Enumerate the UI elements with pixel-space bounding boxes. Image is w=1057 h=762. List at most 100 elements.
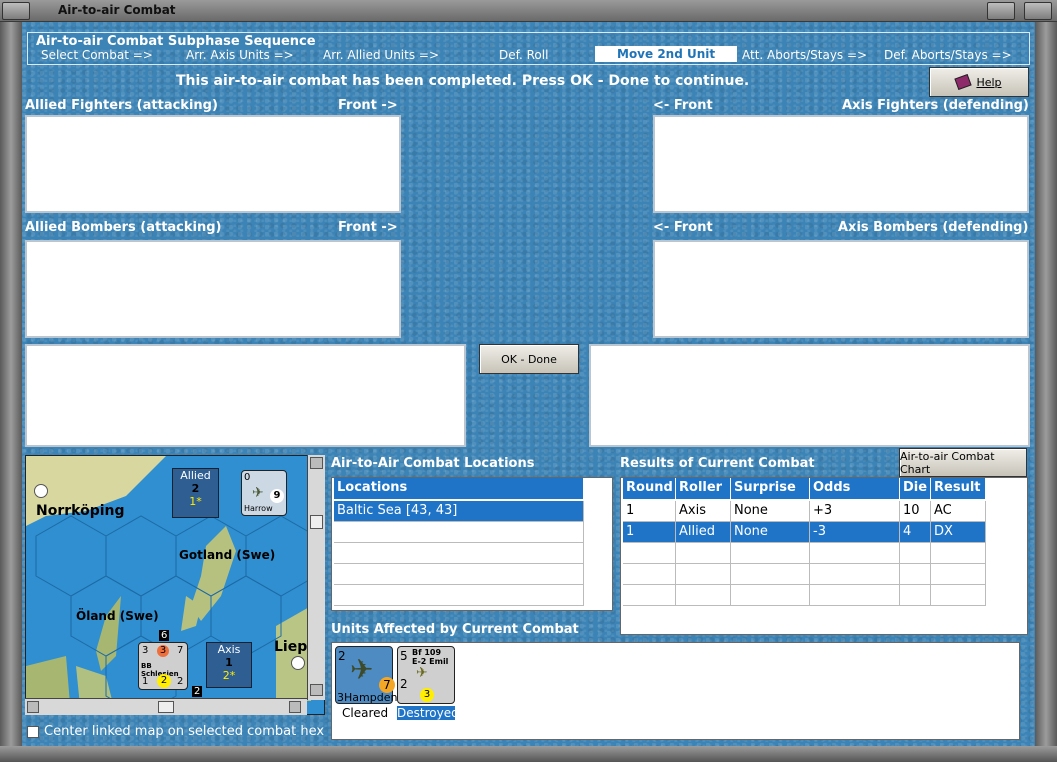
results-table: Round Roller Surprise Odds Die Result 1 …: [620, 477, 1028, 635]
bf109-counter[interactable]: 5 Bf 109 E-2 Emil 2 3 ✈: [397, 646, 455, 704]
map-vertical-scrollbar[interactable]: [307, 455, 325, 700]
affected-units-box: 2 ✈ 7 3 Hampden Cleared 5 Bf 109 E-2 Emi…: [331, 642, 1020, 740]
harrow-top: 0: [244, 472, 251, 483]
right-frame: [1035, 22, 1057, 762]
front-right-label-2: Front ->: [338, 220, 398, 235]
plane-icon: ✈: [416, 665, 428, 681]
schlesien-counter[interactable]: 3 3 7 BB Schlesien 1 2 2: [138, 642, 188, 690]
center-map-label: Center linked map on selected combat hex: [44, 724, 325, 739]
result-cell[interactable]: AC: [931, 501, 986, 522]
bf109-name: Bf 109 E-2 Emil: [412, 648, 449, 666]
allied-hex-summary[interactable]: Allied 2 1*: [172, 468, 219, 518]
result-cell[interactable]: 1: [623, 501, 676, 522]
col-round: Round: [623, 478, 676, 499]
result-cell[interactable]: Axis: [676, 501, 731, 522]
col-surprise: Surprise: [731, 478, 810, 499]
schlesien-below-badge: 2: [192, 686, 203, 697]
status-message: This air-to-air combat has been complete…: [176, 73, 750, 89]
title-bar: Air-to-air Combat: [0, 0, 1057, 22]
scroll-down-arrow[interactable]: [310, 684, 323, 696]
harrow-name: Harrow: [244, 504, 273, 513]
mini-map[interactable]: Norrköping Gotland (Swe) Öland (Swe) Lie…: [25, 455, 325, 715]
location-row-empty[interactable]: [334, 543, 584, 564]
book-icon: [954, 73, 973, 91]
result-cell[interactable]: +3: [810, 501, 900, 522]
step-att-aborts: Att. Aborts/Stays =>: [742, 48, 868, 62]
schlesien-above-badge: 6: [159, 630, 170, 641]
bottom-frame: [0, 746, 1057, 762]
scroll-left-arrow[interactable]: [27, 701, 39, 713]
axis-log-box: [589, 344, 1030, 447]
scroll-up-arrow[interactable]: [310, 457, 323, 469]
location-row-empty[interactable]: [334, 585, 584, 606]
hampden-name: Hampden: [344, 691, 398, 704]
result-cell[interactable]: 1: [623, 522, 676, 543]
axis-hex-label: Axis: [217, 643, 241, 656]
axis-hex-summary[interactable]: Axis 1 2*: [206, 642, 252, 688]
bf109-bottom-dot: 3: [420, 688, 434, 702]
allied-hex-value: 2: [191, 482, 200, 495]
front-left-label-2: <- Front: [653, 220, 713, 235]
scroll-right-arrow[interactable]: [289, 701, 301, 713]
result-cell[interactable]: None: [731, 501, 810, 522]
minimize-button[interactable]: [987, 2, 1015, 20]
allied-fighters-box[interactable]: [25, 115, 401, 213]
result-cell[interactable]: -3: [810, 522, 900, 543]
location-row[interactable]: Baltic Sea [43, 43]: [334, 501, 584, 522]
map-label-oland: Öland (Swe): [76, 609, 159, 623]
axis-bombers-label: Axis Bombers (defending): [838, 220, 1029, 235]
system-menu-button[interactable]: [2, 2, 30, 20]
hampden-status: Cleared: [342, 706, 389, 720]
result-cell[interactable]: DX: [931, 522, 986, 543]
hampden-top: 2: [338, 649, 346, 663]
col-odds: Odds: [810, 478, 900, 499]
affected-title: Units Affected by Current Combat: [331, 622, 579, 637]
col-result: Result: [931, 478, 986, 499]
result-cell[interactable]: None: [731, 522, 810, 543]
schlesien-br: 2: [177, 676, 184, 687]
axis-fighters-box[interactable]: [653, 115, 1029, 213]
step-def-aborts: Def. Aborts/Stays =>: [884, 48, 1012, 62]
col-roller: Roller: [676, 478, 731, 499]
step-arr-axis: Arr. Axis Units =>: [186, 48, 294, 62]
locations-table: Locations Baltic Sea [43, 43]: [331, 477, 613, 611]
center-map-checkbox[interactable]: [27, 726, 39, 738]
bf109-status: Destroyed: [397, 706, 459, 720]
bf109-bottom: 3: [420, 688, 434, 702]
hampden-counter[interactable]: 2 ✈ 7 3 Hampden: [335, 646, 397, 704]
help-button[interactable]: Help: [929, 67, 1029, 97]
window-title: Air-to-air Combat: [58, 3, 176, 17]
location-row-empty[interactable]: [334, 522, 584, 543]
step-arr-allied: Arr. Allied Units =>: [323, 48, 440, 62]
map-label-gotland: Gotland (Swe): [179, 548, 276, 562]
horizontal-scroll-thumb[interactable]: [158, 701, 174, 713]
col-die: Die: [900, 478, 931, 499]
step-move-2nd-unit: Move 2nd Unit: [595, 46, 738, 62]
front-left-label: <- Front: [653, 98, 713, 113]
allied-bombers-box[interactable]: [25, 240, 401, 338]
harrow-right: 9: [270, 489, 284, 503]
result-cell[interactable]: 10: [900, 501, 931, 522]
allied-bombers-label: Allied Bombers (attacking): [25, 220, 222, 235]
allied-hex-sub: 1*: [189, 495, 202, 508]
combat-chart-button[interactable]: Air-to-air Combat Chart: [899, 448, 1027, 477]
bf109-mid: 2: [400, 677, 408, 691]
axis-bombers-box[interactable]: [653, 240, 1029, 338]
combat-panel: Air-to-air Combat Subphase Sequence Sele…: [22, 22, 1035, 746]
result-cell[interactable]: 4: [900, 522, 931, 543]
ok-done-button[interactable]: OK - Done: [479, 344, 579, 374]
result-cell[interactable]: Allied: [676, 522, 731, 543]
maximize-button[interactable]: [1024, 2, 1052, 20]
clock-icon-2: [291, 656, 305, 670]
clock-icon: [34, 484, 48, 498]
harrow-counter[interactable]: 0 9 Harrow ✈: [241, 470, 287, 516]
schlesien-tc: 3: [157, 645, 169, 657]
locations-header: Locations: [334, 478, 584, 499]
locations-title: Air-to-Air Combat Locations: [331, 456, 535, 471]
location-row-empty[interactable]: [334, 564, 584, 585]
step-select-combat: Select Combat =>: [41, 48, 153, 62]
vertical-scroll-thumb[interactable]: [310, 515, 323, 529]
map-horizontal-scrollbar[interactable]: [25, 698, 307, 715]
results-title: Results of Current Combat: [620, 456, 815, 471]
schlesien-bl: 1: [142, 676, 149, 687]
